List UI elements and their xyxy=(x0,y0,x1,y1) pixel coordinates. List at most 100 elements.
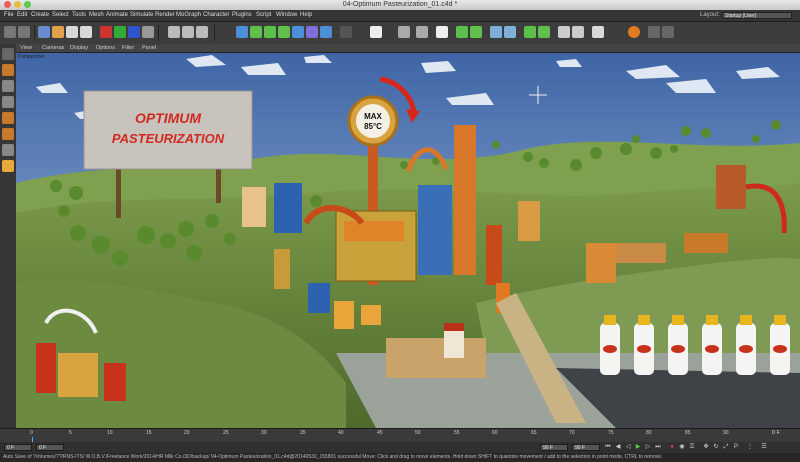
forward-arrow-icon[interactable] xyxy=(662,26,674,38)
perspective-viewport[interactable]: OPTIMUM PASTEURIZATION MAX 85°C Perspect… xyxy=(16,53,800,428)
menu-plugins[interactable]: Plugins xyxy=(232,10,252,21)
viewport-menu-options[interactable]: Options xyxy=(96,44,115,52)
menu-animate[interactable]: Animate xyxy=(106,10,128,21)
nurbs-icon[interactable] xyxy=(278,26,290,38)
redo-icon[interactable] xyxy=(18,26,30,38)
status-text: Auto Save of '/Volumes/??/RNS-ITS/ W.O.B… xyxy=(3,454,663,460)
tag-icon[interactable] xyxy=(558,26,570,38)
keyframe-selection-icon[interactable]: ⚿ xyxy=(688,444,696,451)
tweak-mode-icon[interactable] xyxy=(2,160,14,172)
cube-icon[interactable] xyxy=(236,26,248,38)
timeline-tick-label: 55 xyxy=(454,430,460,436)
gauge-text-max: MAX xyxy=(364,112,382,121)
start-frame-field[interactable]: 0 F xyxy=(4,444,32,451)
hair-icon[interactable] xyxy=(524,26,536,38)
spline-icon[interactable] xyxy=(264,26,276,38)
menu-mograph[interactable]: MoGraph xyxy=(176,10,201,21)
polygons-mode-icon[interactable] xyxy=(2,128,14,140)
mograph-fracture-icon[interactable] xyxy=(470,26,482,38)
timeline-tick-label: 15 xyxy=(146,430,152,436)
point-level-icon[interactable]: ⋮ xyxy=(746,444,754,451)
display-icon[interactable] xyxy=(398,26,410,38)
rotate-icon[interactable] xyxy=(80,26,92,38)
live-selection-icon[interactable] xyxy=(38,26,50,38)
autokey-icon[interactable]: ◉ xyxy=(678,444,686,451)
make-editable-icon[interactable] xyxy=(2,48,14,60)
model-mode-icon[interactable] xyxy=(2,64,14,76)
scale-icon[interactable] xyxy=(66,26,78,38)
dynamics-icon[interactable] xyxy=(592,26,604,38)
menu-edit[interactable]: Edit xyxy=(17,10,27,21)
play-forward-icon[interactable]: ▶ xyxy=(634,444,642,451)
window-title: 04-Optimum Pasteurization_01.c4d * xyxy=(342,1,458,8)
layout-select[interactable]: Startup (User) xyxy=(722,12,792,19)
floor-icon[interactable] xyxy=(320,26,332,38)
current-frame-field[interactable]: 0 F xyxy=(36,444,64,451)
light-icon[interactable] xyxy=(370,26,382,38)
render-settings-icon[interactable] xyxy=(196,26,208,38)
toolbar-divider xyxy=(158,25,159,41)
workplane-icon[interactable] xyxy=(436,26,448,38)
enable-axis-icon[interactable] xyxy=(2,144,14,156)
viewport-menu-panel[interactable]: Panel xyxy=(142,44,156,52)
viewport-menu-view[interactable]: View xyxy=(20,44,32,52)
record-icon[interactable]: ● xyxy=(668,444,676,451)
position-key-icon[interactable]: ✥ xyxy=(702,444,710,451)
timeline-tick-label: 40 xyxy=(338,430,344,436)
menu-render[interactable]: Render xyxy=(155,10,175,21)
y-axis-icon[interactable] xyxy=(114,26,126,38)
viewport-menu-display[interactable]: Display xyxy=(70,44,88,52)
texture-mode-icon[interactable] xyxy=(2,80,14,92)
menu-window[interactable]: Window xyxy=(276,10,297,21)
z-axis-icon[interactable] xyxy=(128,26,140,38)
menu-script[interactable]: Script xyxy=(256,10,271,21)
render-view-icon[interactable] xyxy=(168,26,180,38)
edges-mode-icon[interactable] xyxy=(2,112,14,124)
play-backward-icon[interactable]: ◁ xyxy=(624,444,632,451)
menu-tools[interactable]: Tools xyxy=(72,10,86,21)
mograph-effector-icon[interactable] xyxy=(490,26,502,38)
undo-icon[interactable] xyxy=(4,26,16,38)
sketch-icon[interactable] xyxy=(538,26,550,38)
timeline-tick-label: 85 xyxy=(685,430,691,436)
plugin-orange-icon[interactable] xyxy=(628,26,640,38)
back-arrow-icon[interactable] xyxy=(648,26,660,38)
timeline-ruler[interactable]: 0 5 10 15 20 25 30 35 40 45 50 55 60 65 … xyxy=(0,428,800,443)
viewport-menu-filter[interactable]: Filter xyxy=(122,44,134,52)
param-key-icon[interactable]: P xyxy=(732,444,740,451)
timeline-tick-label: 70 xyxy=(569,430,575,436)
menu-help[interactable]: Help xyxy=(300,10,312,21)
timeline-tick-label: 60 xyxy=(492,430,498,436)
scale-key-icon[interactable]: ⤢ xyxy=(722,444,730,451)
constraint-icon[interactable] xyxy=(572,26,584,38)
menu-simulate[interactable]: Simulate xyxy=(130,10,153,21)
camera-icon[interactable] xyxy=(340,26,352,38)
snap-icon[interactable] xyxy=(416,26,428,38)
timeline-current-frame: 0 F xyxy=(772,430,780,436)
generator-icon[interactable] xyxy=(250,26,262,38)
max-frame-field[interactable]: 90 F xyxy=(572,444,600,451)
points-mode-icon[interactable] xyxy=(2,96,14,108)
render-picture-viewer-icon[interactable] xyxy=(182,26,194,38)
mograph-text-icon[interactable] xyxy=(504,26,516,38)
go-to-end-icon[interactable]: ⏭ xyxy=(654,444,662,451)
menu-select[interactable]: Select xyxy=(52,10,69,21)
menu-create[interactable]: Create xyxy=(31,10,49,21)
end-frame-field[interactable]: 90 F xyxy=(540,444,568,451)
viewport-menu-cameras[interactable]: Cameras xyxy=(42,44,64,52)
menu-mesh[interactable]: Mesh xyxy=(89,10,104,21)
go-to-start-icon[interactable]: ⏮ xyxy=(604,444,612,451)
mograph-cloner-icon[interactable] xyxy=(456,26,468,38)
next-frame-icon[interactable]: ▷ xyxy=(644,444,652,451)
timeline-settings-icon[interactable]: ☰ xyxy=(760,444,768,451)
deformer-icon[interactable] xyxy=(306,26,318,38)
coordinate-system-icon[interactable] xyxy=(142,26,154,38)
timeline-tick-label: 90 xyxy=(723,430,729,436)
rotation-key-icon[interactable]: ↻ xyxy=(712,444,720,451)
menu-file[interactable]: File xyxy=(4,10,14,21)
array-icon[interactable] xyxy=(292,26,304,38)
x-axis-icon[interactable] xyxy=(100,26,112,38)
previous-frame-icon[interactable]: ◀ xyxy=(614,444,622,451)
menu-character[interactable]: Character xyxy=(203,10,229,21)
move-icon[interactable] xyxy=(52,26,64,38)
